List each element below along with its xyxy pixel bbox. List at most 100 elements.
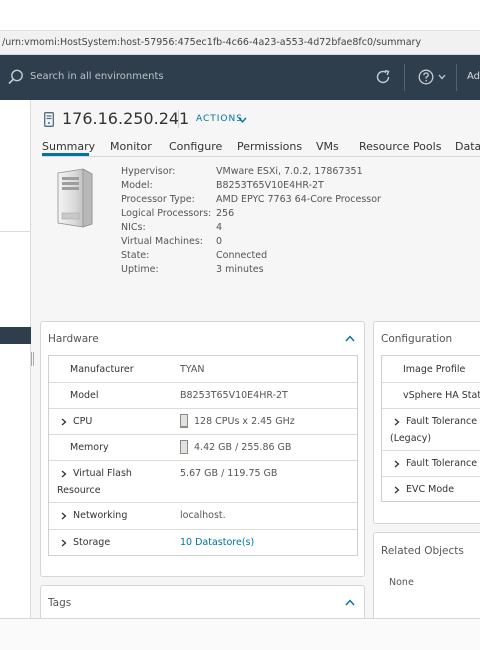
- tab-vms[interactable]: VMs: [316, 140, 339, 153]
- sidebar-selected-item[interactable]: [0, 327, 31, 344]
- hw-model-label: Model: [70, 390, 99, 401]
- browser-toolbar: [0, 0, 480, 31]
- storage-label[interactable]: Storage: [73, 537, 110, 548]
- nics-value: 4: [216, 222, 223, 233]
- sidebar-resize-handle[interactable]: [31, 352, 34, 366]
- refresh-icon[interactable]: [374, 68, 392, 86]
- configuration-card-title: Configuration: [381, 333, 453, 345]
- host-icon: [44, 112, 54, 127]
- table-row[interactable]: Fault Tolerance: [382, 451, 480, 477]
- sidebar-divider: [0, 231, 31, 232]
- chevron-down-icon[interactable]: [438, 74, 446, 80]
- table-row: Image Profile: [382, 356, 480, 383]
- evc-mode-label[interactable]: EVC Mode: [406, 484, 454, 495]
- table-row[interactable]: Networking localhost.: [49, 503, 357, 530]
- table-row[interactable]: Virtual Flash Resource 5.67 GB / 119.75 …: [49, 461, 357, 503]
- tab-configure[interactable]: Configure: [169, 140, 222, 153]
- chevron-right-icon[interactable]: [61, 418, 67, 426]
- inventory-sidebar: [0, 100, 31, 618]
- table-row: Model B8253T65V10E4HR-2T: [49, 383, 357, 409]
- cpu-usage-fill: [181, 426, 187, 427]
- virtual-flash-label[interactable]: Virtual Flash: [73, 468, 132, 479]
- address-bar[interactable]: /urn:vmomi:HostSystem:host-57956:475ec1f…: [0, 31, 480, 55]
- cpu-usage-gauge: [180, 414, 188, 428]
- fault-tolerance-legacy-label[interactable]: Fault Tolerance: [406, 416, 477, 427]
- global-search-input[interactable]: Search in all environments: [30, 71, 164, 82]
- virtual-machines-value: 0: [216, 236, 223, 247]
- hypervisor-value: VMware ESXi, 7.0.2, 17867351: [216, 166, 363, 177]
- tab-bar: [42, 156, 480, 157]
- logical-processors-value: 256: [216, 208, 235, 219]
- fault-tolerance-label[interactable]: Fault Tolerance: [406, 458, 477, 469]
- fault-tolerance-legacy-label-2: (Legacy): [390, 433, 432, 444]
- server-image: [57, 168, 93, 228]
- hardware-card-title: Hardware: [48, 333, 99, 345]
- title-divider: [178, 110, 179, 128]
- logical-processors-label: Logical Processors:: [121, 208, 212, 219]
- model-label: Model:: [121, 180, 153, 191]
- state-label: State:: [121, 250, 150, 261]
- processor-type-value: AMD EPYC 7763 64-Core Processor: [216, 194, 381, 205]
- tab-datastores[interactable]: Datas: [455, 140, 480, 153]
- manufacturer-value: TYAN: [180, 364, 205, 375]
- hw-model-value: B8253T65V10E4HR-2T: [180, 390, 288, 401]
- actions-menu-button[interactable]: ACTIONS: [196, 114, 243, 124]
- storage-datastores-link[interactable]: 10 Datastore(s): [180, 537, 254, 548]
- virtual-machines-label: Virtual Machines:: [121, 236, 203, 247]
- hardware-table: Manufacturer TYAN Model B8253T65V10E4HR-…: [48, 355, 358, 556]
- chevron-up-icon[interactable]: [345, 599, 355, 606]
- app-header: Search in all environments Ad: [0, 55, 480, 100]
- nics-label: NICs:: [121, 222, 146, 233]
- state-value: Connected: [216, 250, 268, 261]
- memory-label: Memory: [70, 442, 109, 453]
- vsphere-ha-state-label: vSphere HA State: [403, 390, 480, 401]
- related-objects-empty: None: [389, 577, 414, 588]
- table-row[interactable]: CPU 128 CPUs x 2.45 GHz: [49, 409, 357, 435]
- networking-label[interactable]: Networking: [73, 510, 127, 521]
- tab-permissions[interactable]: Permissions: [237, 140, 302, 153]
- related-objects-title: Related Objects: [381, 545, 464, 557]
- manufacturer-label: Manufacturer: [70, 364, 134, 375]
- table-row[interactable]: EVC Mode: [382, 477, 480, 502]
- chevron-right-icon[interactable]: [394, 418, 400, 426]
- page-title: 176.16.250.241: [62, 109, 190, 128]
- hypervisor-label: Hypervisor:: [121, 166, 176, 177]
- memory-value: 4.42 GB / 255.86 GB: [194, 442, 292, 453]
- image-profile-label: Image Profile: [403, 364, 466, 375]
- tab-resource-pools[interactable]: Resource Pools: [359, 140, 441, 153]
- uptime-label: Uptime:: [121, 264, 159, 275]
- tags-card-title: Tags: [48, 597, 72, 609]
- chevron-right-icon[interactable]: [61, 470, 67, 478]
- processor-type-label: Processor Type:: [121, 194, 195, 205]
- chevron-down-icon[interactable]: [238, 117, 247, 123]
- virtual-flash-label-2: Resource: [57, 485, 101, 496]
- table-row: vSphere HA State: [382, 383, 480, 409]
- configuration-table: Image Profile vSphere HA State Fault Tol…: [381, 355, 480, 502]
- virtual-flash-value: 5.67 GB / 119.75 GB: [180, 468, 278, 479]
- header-divider: [404, 64, 405, 91]
- recent-tasks-bar: [0, 618, 480, 650]
- table-row[interactable]: Storage 10 Datastore(s): [49, 530, 357, 556]
- chevron-right-icon[interactable]: [61, 512, 67, 520]
- table-row: Manufacturer TYAN: [49, 356, 357, 383]
- help-icon[interactable]: [418, 69, 434, 85]
- chevron-right-icon[interactable]: [394, 486, 400, 494]
- model-value: B8253T65V10E4HR-2T: [216, 180, 324, 191]
- header-divider: [456, 64, 457, 91]
- table-row[interactable]: Fault Tolerance (Legacy): [382, 409, 480, 451]
- search-icon[interactable]: [8, 69, 24, 85]
- uptime-value: 3 minutes: [216, 264, 264, 275]
- user-menu[interactable]: Ad: [467, 71, 480, 82]
- chevron-up-icon[interactable]: [345, 335, 355, 342]
- chevron-right-icon[interactable]: [61, 539, 67, 547]
- cpu-label[interactable]: CPU: [73, 416, 92, 427]
- memory-usage-gauge: [180, 440, 188, 454]
- table-row: Memory 4.42 GB / 255.86 GB: [49, 435, 357, 461]
- tab-summary[interactable]: Summary: [42, 140, 95, 153]
- cpu-value: 128 CPUs x 2.45 GHz: [194, 416, 295, 427]
- tab-monitor[interactable]: Monitor: [110, 140, 152, 153]
- address-url[interactable]: /urn:vmomi:HostSystem:host-57956:475ec1f…: [2, 37, 421, 48]
- networking-value: localhost.: [180, 510, 226, 521]
- chevron-right-icon[interactable]: [394, 460, 400, 468]
- active-tab-indicator: [42, 153, 89, 156]
